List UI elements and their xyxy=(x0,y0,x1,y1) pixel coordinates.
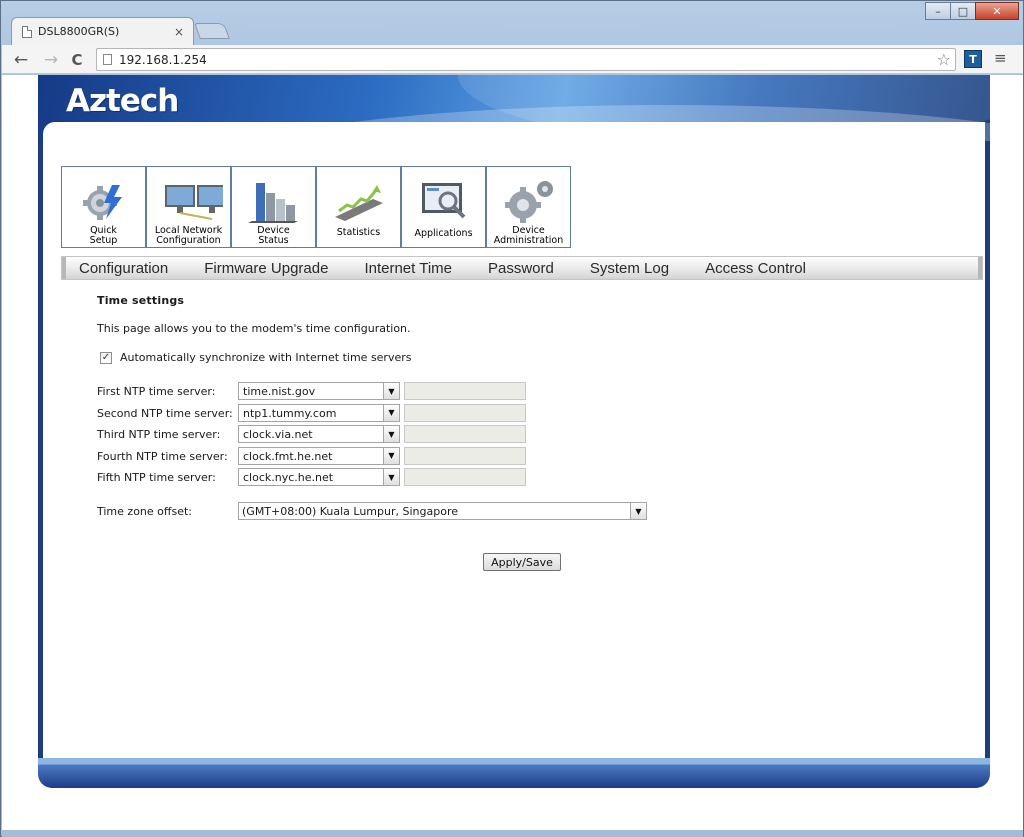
select-value: clock.via.net xyxy=(243,428,313,441)
page-viewport: Aztech Quick Setup Local Network Configu… xyxy=(2,75,1023,830)
minimize-button[interactable]: – xyxy=(925,2,951,20)
line-graph-icon xyxy=(335,185,383,221)
bar-buildings-icon xyxy=(248,183,298,223)
ntp-server-select-5[interactable]: clock.nyc.he.net ▼ xyxy=(238,468,400,486)
timezone-label: Time zone offset: xyxy=(97,505,192,518)
icon-label: Setup xyxy=(89,234,118,246)
page-icon xyxy=(22,25,32,38)
ntp-server-input-3[interactable] xyxy=(404,425,526,443)
ntp-server-input-1[interactable] xyxy=(404,382,526,400)
monitors-icon xyxy=(165,185,223,220)
icon-label: Administration xyxy=(493,234,564,246)
ntp-server-select-1[interactable]: time.nist.gov ▼ xyxy=(238,382,400,400)
ntp-label: Second NTP time server: xyxy=(97,406,233,420)
page-title: Time settings xyxy=(97,294,185,307)
address-bar[interactable]: 192.168.1.254 ☆ xyxy=(96,48,956,71)
router-frame: Aztech Quick Setup Local Network Configu… xyxy=(38,75,990,788)
device-status-button[interactable]: Device Status xyxy=(231,166,316,248)
tab-title: DSL8800GR(S) xyxy=(38,25,120,38)
reload-button[interactable]: C xyxy=(66,49,88,71)
ntp-server-select-3[interactable]: clock.via.net ▼ xyxy=(238,425,400,443)
page-icon xyxy=(103,54,112,65)
ntp-server-input-5[interactable] xyxy=(404,468,526,486)
select-value: (GMT+08:00) Kuala Lumpur, Singapore xyxy=(242,505,458,518)
dropdown-arrow-icon[interactable]: ▼ xyxy=(383,404,399,421)
menu-icon[interactable]: ≡ xyxy=(994,49,1007,67)
dropdown-arrow-icon[interactable]: ▼ xyxy=(630,503,646,519)
ntp-server-select-2[interactable]: ntp1.tummy.com ▼ xyxy=(238,403,400,422)
forward-button[interactable]: → xyxy=(40,49,62,71)
monitor-magnifier-icon xyxy=(422,183,466,219)
dropdown-arrow-icon[interactable]: ▼ xyxy=(383,426,399,442)
statistics-button[interactable]: Statistics xyxy=(316,166,401,248)
select-value: ntp1.tummy.com xyxy=(243,406,337,420)
sync-checkbox-label: Automatically synchronize with Internet … xyxy=(120,351,412,364)
select-value: clock.fmt.he.net xyxy=(243,449,333,463)
nav-configuration[interactable]: Configuration xyxy=(79,260,168,277)
select-value: clock.nyc.he.net xyxy=(243,471,334,484)
sync-checkbox[interactable]: ✓ xyxy=(100,351,112,364)
browser-toolbar: ← → C 192.168.1.254 ☆ T ≡ xyxy=(2,45,1023,74)
page-description: This page allows you to the modem's time… xyxy=(97,322,411,335)
ntp-label: Fifth NTP time server: xyxy=(97,471,216,484)
icon-label: Configuration xyxy=(156,234,221,246)
nav-firmware-upgrade[interactable]: Firmware Upgrade xyxy=(204,260,328,277)
aztech-logo: Aztech xyxy=(66,83,179,119)
main-menu-icons: QuickSetup Local NetworkConfiguration xyxy=(61,166,571,248)
ntp-server-select-4[interactable]: clock.fmt.he.net ▼ xyxy=(238,446,400,465)
nav-password[interactable]: Password xyxy=(488,260,554,277)
close-button[interactable]: ✕ xyxy=(975,2,1019,20)
device-administration-button[interactable]: Device Administration xyxy=(486,166,571,248)
tab-close-icon[interactable]: × xyxy=(171,25,187,39)
browser-tab[interactable]: DSL8800GR(S) × xyxy=(11,17,194,45)
timezone-select[interactable]: (GMT+08:00) Kuala Lumpur, Singapore ▼ xyxy=(238,502,647,520)
footer-bar xyxy=(38,758,990,788)
sync-option: ✓ Automatically synchronize with Interne… xyxy=(100,351,412,364)
icon-label: Status xyxy=(258,234,289,246)
ntp-label: Third NTP time server: xyxy=(97,428,221,441)
sub-navigation-bar: Configuration Firmware Upgrade Internet … xyxy=(61,256,983,280)
nav-system-log[interactable]: System Log xyxy=(590,260,669,277)
applications-button[interactable]: Applications xyxy=(401,166,486,248)
extension-icon[interactable]: T xyxy=(964,50,982,68)
ntp-label: First NTP time server: xyxy=(97,385,216,398)
maximize-button[interactable]: □ xyxy=(950,2,976,20)
bookmark-star-icon[interactable]: ☆ xyxy=(937,50,951,69)
browser-window: DSL8800GR(S) × – □ ✕ ← → C 192.168.1.254… xyxy=(0,0,1024,837)
dropdown-arrow-icon[interactable]: ▼ xyxy=(383,469,399,485)
local-network-configuration-button[interactable]: Local Network Configuration xyxy=(146,166,231,248)
ntp-server-input-4[interactable] xyxy=(404,446,526,465)
dropdown-arrow-icon[interactable]: ▼ xyxy=(383,447,399,464)
icon-label: Applications xyxy=(414,227,473,239)
tab-strip: DSL8800GR(S) × – □ ✕ xyxy=(1,1,1024,45)
new-tab-button[interactable] xyxy=(194,23,230,39)
apply-save-button[interactable]: Apply/Save xyxy=(483,553,561,571)
window-bottom-border xyxy=(2,830,1023,837)
quick-setup-button[interactable]: Quick Setup xyxy=(61,166,146,248)
window-controls: – □ ✕ xyxy=(925,2,1019,20)
gears-icon xyxy=(505,181,553,223)
nav-internet-time[interactable]: Internet Time xyxy=(364,260,452,277)
dropdown-arrow-icon[interactable]: ▼ xyxy=(383,383,399,399)
nav-access-control[interactable]: Access Control xyxy=(705,260,806,277)
gear-lightning-icon xyxy=(83,185,122,220)
url-text[interactable]: 192.168.1.254 xyxy=(119,53,937,67)
icon-label: Statistics xyxy=(336,226,381,238)
ntp-label: Fourth NTP time server: xyxy=(97,449,228,463)
select-value: time.nist.gov xyxy=(243,385,316,398)
back-button[interactable]: ← xyxy=(10,49,32,71)
ntp-server-input-2[interactable] xyxy=(404,403,526,422)
